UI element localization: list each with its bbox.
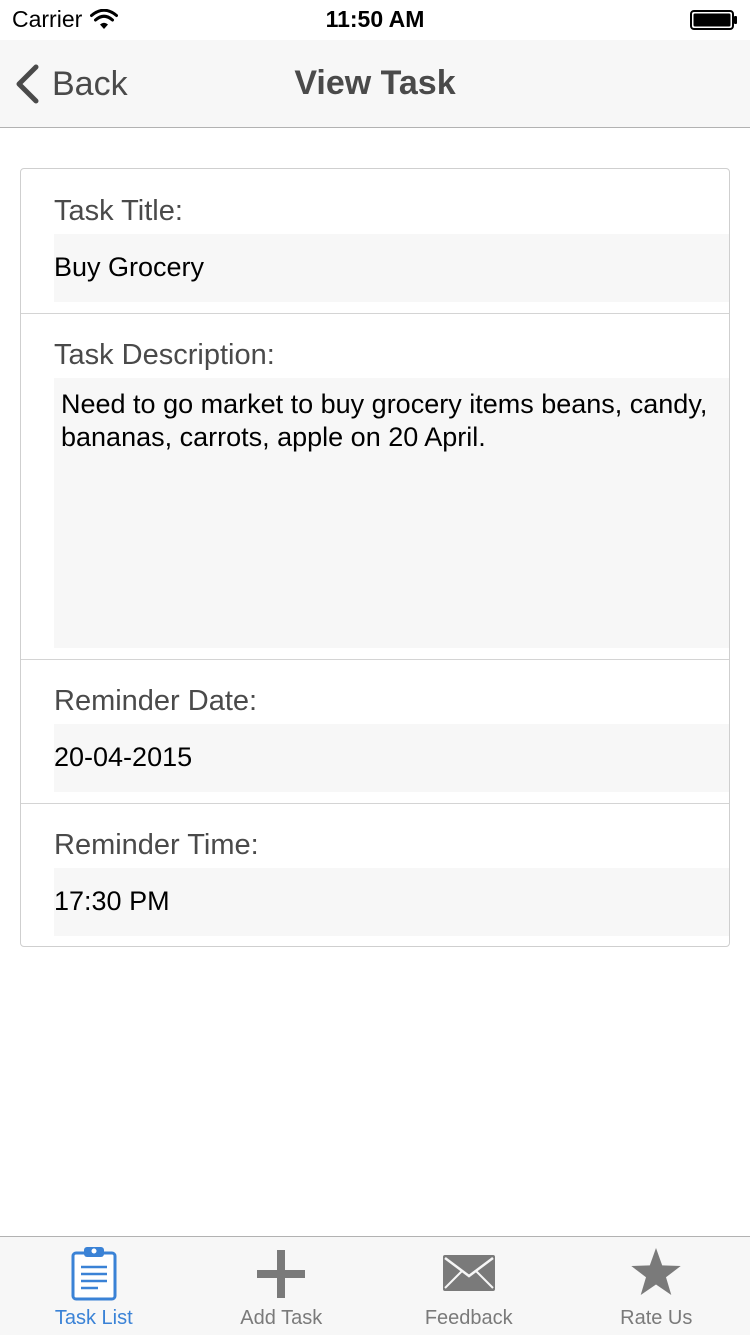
task-title-label: Task Title: [54, 195, 183, 228]
task-detail-card: Task Title: Buy Grocery Task Description… [20, 168, 730, 947]
tab-task-list[interactable]: Task List [0, 1237, 188, 1335]
tab-rate-us[interactable]: Rate Us [563, 1237, 750, 1335]
envelope-icon [442, 1254, 496, 1292]
task-description-section: Task Description: Need to go market to b… [21, 313, 729, 660]
task-title-field[interactable]: Buy Grocery [54, 234, 729, 302]
page-title: View Task [0, 64, 750, 103]
task-description-field[interactable]: Need to go market to buy grocery items b… [54, 378, 729, 648]
reminder-time-section: Reminder Time: 17:30 PM [21, 803, 729, 946]
reminder-time-field[interactable]: 17:30 PM [54, 868, 729, 936]
tab-label: Feedback [375, 1307, 563, 1330]
status-bar: Carrier 11:50 AM [0, 0, 750, 40]
tab-label: Add Task [188, 1307, 376, 1330]
reminder-date-field[interactable]: 20-04-2015 [54, 724, 729, 792]
tab-label: Rate Us [563, 1307, 750, 1330]
tab-add-task[interactable]: Add Task [188, 1237, 376, 1335]
reminder-date-section: Reminder Date: 20-04-2015 [21, 659, 729, 804]
tab-bar: Task List Add Task Feedback Rate Us [0, 1236, 750, 1335]
reminder-time-label: Reminder Time: [54, 829, 259, 862]
task-description-label: Task Description: [54, 339, 275, 372]
star-icon [630, 1247, 682, 1297]
tab-label: Task List [0, 1307, 188, 1330]
tab-feedback[interactable]: Feedback [375, 1237, 563, 1335]
status-time: 11:50 AM [0, 6, 750, 33]
plus-icon [256, 1249, 306, 1299]
reminder-date-label: Reminder Date: [54, 685, 257, 718]
clipboard-icon [70, 1245, 118, 1301]
battery-icon [690, 10, 738, 30]
task-title-section: Task Title: Buy Grocery [21, 169, 729, 314]
navigation-bar: Back View Task [0, 40, 750, 128]
